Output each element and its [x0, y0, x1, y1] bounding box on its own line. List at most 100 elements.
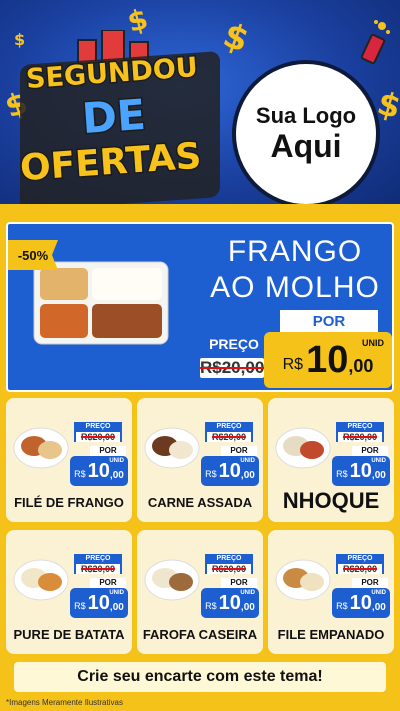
cta-banner[interactable]: Crie seu encarte com este tema! [14, 662, 386, 692]
food-image-icon [13, 427, 69, 469]
food-tray-icon [33, 261, 169, 345]
featured-currency: R$ [282, 356, 304, 373]
featured-name: FRANGO AO MOLHO [200, 234, 390, 306]
product-unit: UNID [240, 458, 255, 464]
product-price-int: 10 [87, 459, 110, 482]
product-price: R$ 10,00 UNID [70, 456, 128, 486]
featured-old-price-value: R$20,00 [200, 358, 265, 377]
firework-icon [360, 20, 390, 65]
logo-placeholder: Sua Logo Aqui [232, 60, 380, 208]
featured-name-line-2: AO MOLHO [210, 271, 380, 304]
product-preco-label: PREÇO R$20,00 [336, 554, 384, 574]
product-por-label: POR [221, 446, 257, 456]
product-preco-label: PREÇO R$20,00 [74, 554, 122, 574]
product-por-label: POR [352, 578, 388, 588]
product-price-dec: ,00 [371, 469, 386, 481]
product-unit: UNID [109, 590, 124, 596]
featured-old-price: R$20,00 [200, 358, 264, 378]
product-old-price: R$20,00 [338, 432, 382, 442]
product-old-price-value: R$20,00 [211, 564, 247, 574]
product-price: R$ 10,00 UNID [70, 588, 128, 618]
product-old-price: R$20,00 [76, 564, 120, 574]
featured-unit: UNID [362, 338, 384, 348]
product-price-int: 10 [218, 591, 241, 614]
product-old-price-value: R$20,00 [80, 432, 116, 442]
product-currency: R$ [205, 469, 217, 479]
product-old-price-value: R$20,00 [342, 564, 378, 574]
title-line-2: DE [79, 88, 149, 144]
product-unit: UNID [240, 590, 255, 596]
product-currency: R$ [336, 469, 348, 479]
product-old-price: R$20,00 [338, 564, 382, 574]
product-name: FAROFA CASEIRA [142, 627, 258, 642]
product-price-dec: ,00 [109, 601, 124, 613]
product-preco-label: PREÇO R$20,00 [336, 422, 384, 442]
product-preco-text: PREÇO [216, 555, 242, 562]
product-card[interactable]: PREÇO R$20,00 POR R$ 10,00 UNID FAROFA CASEIRA [137, 530, 263, 654]
product-preco-text: PREÇO [216, 423, 242, 430]
product-old-price-value: R$20,00 [342, 432, 378, 442]
product-price-dec: ,00 [240, 469, 255, 481]
footnote: *Imagens Meramente Ilustrativas [6, 698, 123, 707]
product-currency: R$ [336, 601, 348, 611]
product-price-int: 10 [349, 591, 372, 614]
product-preco-text: PREÇO [347, 555, 373, 562]
product-preco-label: PREÇO R$20,00 [205, 554, 253, 574]
product-preco-text: PREÇO [85, 423, 111, 430]
product-name: FILE EMPANADO [277, 627, 385, 642]
featured-preco-label: PREÇO [209, 336, 259, 352]
food-image-icon [275, 427, 331, 469]
product-unit: UNID [371, 590, 386, 596]
product-preco-label: PREÇO R$20,00 [74, 422, 122, 442]
featured-price-dec: ,00 [348, 355, 374, 376]
offer-title: SEGUNDOU DE OFERTAS [17, 30, 220, 211]
product-unit: UNID [109, 458, 124, 464]
food-image-icon [275, 559, 331, 601]
logo-line-1: Sua Logo [255, 103, 357, 129]
product-preco-label: PREÇO R$20,00 [205, 422, 253, 442]
product-price-dec: ,00 [109, 469, 124, 481]
dollar-sign-icon: $ [217, 15, 254, 61]
product-price: R$ 10,00 UNID [332, 456, 390, 486]
product-card[interactable]: PREÇO R$20,00 POR R$ 10,00 UNID PURE DE BATATA [6, 530, 132, 654]
product-name: NHOQUE [282, 488, 380, 513]
food-image-icon [144, 559, 200, 601]
food-image-icon [144, 427, 200, 469]
product-card[interactable]: PREÇO R$20,00 POR R$ 10,00 UNID FILÉ DE FRANGO [6, 398, 132, 522]
product-price: R$ 10,00 UNID [201, 456, 259, 486]
product-card[interactable]: PREÇO R$20,00 POR R$ 10,00 UNID CARNE ASSADA [137, 398, 263, 522]
product-currency: R$ [205, 601, 217, 611]
product-por-label: POR [221, 578, 257, 588]
product-name: FILÉ DE FRANGO [14, 495, 124, 510]
product-price-int: 10 [87, 591, 110, 614]
product-currency: R$ [74, 601, 86, 611]
product-price-dec: ,00 [371, 601, 386, 613]
featured-price: R$ 10 ,00 UNID [264, 332, 392, 388]
product-unit: UNID [371, 458, 386, 464]
product-por-label: POR [352, 446, 388, 456]
product-preco-text: PREÇO [85, 555, 111, 562]
product-currency: R$ [74, 469, 86, 479]
product-price-int: 10 [218, 459, 241, 482]
product-price-int: 10 [349, 459, 372, 482]
featured-name-line-1: FRANGO [227, 235, 363, 268]
product-old-price-value: R$20,00 [80, 564, 116, 574]
logo-line-2: Aqui [270, 127, 342, 164]
product-old-price-value: R$20,00 [211, 432, 247, 442]
featured-por-label: POR [280, 310, 378, 332]
product-card[interactable]: PREÇO R$20,00 POR R$ 10,00 UNID NHOQUE [268, 398, 394, 522]
product-name: PURE DE BATATA [13, 627, 125, 642]
product-old-price: R$20,00 [207, 564, 251, 574]
header-banner: $ $ $ $ $ SEGUNDOU DE OFERTAS Sua Logo A… [0, 0, 400, 214]
product-por-label: POR [90, 446, 126, 456]
discount-badge: -50% [8, 240, 58, 270]
product-price: R$ 10,00 UNID [332, 588, 390, 618]
product-name: CARNE ASSADA [147, 495, 253, 510]
product-price-dec: ,00 [240, 601, 255, 613]
product-preco-text: PREÇO [347, 423, 373, 430]
product-old-price: R$20,00 [207, 432, 251, 442]
food-image-icon [13, 559, 69, 601]
featured-price-int: 10 [306, 338, 349, 381]
product-card[interactable]: PREÇO R$20,00 POR R$ 10,00 UNID FILE EMPANADO [268, 530, 394, 654]
product-price: R$ 10,00 UNID [201, 588, 259, 618]
